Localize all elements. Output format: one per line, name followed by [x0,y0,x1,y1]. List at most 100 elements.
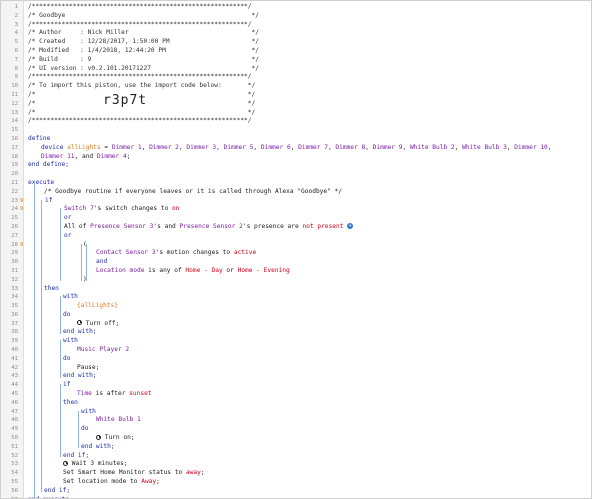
code-text[interactable]: White Bulb 1 [96,416,141,425]
code-text[interactable]: if [45,197,52,206]
line-number: 23 [11,197,18,204]
line-number: 49 [11,426,18,433]
code-text[interactable]: if [63,381,70,390]
code-line: 56 end if; [1,487,591,496]
code-text[interactable]: and [96,258,107,267]
code-text[interactable]: /* Modified : 1/4/2018, 12:44:20 PM */ [28,47,259,56]
code-line: 48 White Bulb 1 [1,416,591,425]
code-text[interactable]: Turn on; [96,434,135,443]
code-text[interactable]: Dimmer 11, and Dimmer 4; [41,153,130,162]
code-text[interactable]: Set location mode to Away; [63,478,160,487]
line-number: 56 [11,487,18,494]
line-number: 51 [11,443,18,450]
code-text[interactable]: with [81,408,96,417]
code-line: 44 if [1,381,591,390]
line-number: 6 [14,47,18,54]
code-text[interactable]: or [64,214,71,223]
code-text[interactable]: Time is after sunset [77,390,152,399]
code-line: 29 Contact Sensor 3's motion changes to a… [1,249,591,258]
line-number: 39 [11,338,18,345]
code-text[interactable]: /* Created : 12/28/2017, 1:50:00 PM */ [28,38,259,47]
code-text[interactable]: end define; [28,161,69,170]
code-line: 9 /**************************************… [1,73,591,82]
code-line: 53 Wait 3 minutes; [1,460,591,469]
line-number: 33 [11,285,18,292]
code-text[interactable]: with [63,293,78,302]
line-number: 34 [11,294,18,301]
code-line: 10 /* To import this piston, use the impo… [1,82,591,91]
code-text[interactable]: /* Goodbye routine if everyone leaves or… [44,188,342,197]
code-text[interactable]: define [28,135,50,144]
code-text[interactable]: /* Author : Nick Miller */ [28,29,259,38]
code-line: 4 /* Author : Nick Miller */ [1,29,591,38]
add-condition-icon[interactable]: + [347,222,354,229]
line-number: 57 [1,496,18,498]
code-text[interactable]: end if; [44,487,70,496]
code-line: 52 end if; [1,452,591,461]
line-number: 45 [11,391,18,398]
code-line: 49 do [1,425,591,434]
code-text[interactable]: Pause; [77,364,99,373]
code-lines: 1 /**************************************… [1,3,591,498]
code-text[interactable]: execute [28,179,54,188]
code-text[interactable]: with [63,337,78,346]
code-text[interactable]: /* */ [28,109,255,118]
statement-marker: 9 [20,197,24,204]
block-guide [86,243,87,281]
code-text[interactable]: Set Smart Home Monitor status to away; [63,469,205,478]
code-text[interactable]: {allLights} [77,302,118,311]
code-text[interactable]: end if; [63,452,89,461]
line-number: 25 [11,215,18,222]
code-text[interactable]: /***************************************… [28,21,252,30]
line-number: 22 [11,188,18,195]
line-number: 35 [11,303,18,310]
line-number: 12 [11,100,18,107]
code-text[interactable]: device allLights = Dimmer 1, Dimmer 2, D… [41,144,552,153]
code-text[interactable]: Wait 3 minutes; [63,460,128,469]
block-guide [41,199,42,492]
code-text[interactable]: /***************************************… [28,73,252,82]
code-text[interactable]: then [63,399,78,408]
line-number: 31 [11,267,18,274]
code-text[interactable]: /***************************************… [28,117,252,126]
code-line: 27 or [1,232,591,241]
code-text[interactable]: Switch 7's switch changes to on [64,205,180,214]
code-line: 57end execute; [1,496,591,498]
code-text[interactable]: /* To import this piston, use the import… [28,82,255,91]
code-line: 19 end define; [1,161,591,170]
line-number: 54 [11,470,18,477]
code-text[interactable]: end with; [63,372,97,381]
code-line: 54 Set Smart Home Monitor status to away; [1,469,591,478]
code-line: 20 [1,170,591,179]
code-line: 35 {allLights} [1,302,591,311]
code-line: 28 9( [1,241,591,250]
line-number: 20 [11,171,18,178]
code-text[interactable]: Contact Sensor 3's motion changes to act… [96,249,256,258]
code-line: 50 Turn on; [1,434,591,443]
code-text[interactable]: do [63,355,70,364]
line-number: 19 [11,162,18,169]
code-text[interactable]: /* UI version : v0.2.101.20171227 */ [28,65,259,74]
code-text[interactable]: /* Build : 9 */ [28,56,259,65]
code-line: 18 Dimmer 11, and Dimmer 4; [1,153,591,162]
code-text[interactable]: /* Goodbye */ [28,12,259,21]
code-text[interactable]: or [64,232,71,241]
line-number: 17 [11,144,18,151]
code-text[interactable]: /***************************************… [28,3,252,12]
block-guide [60,208,61,281]
code-text[interactable]: end with; [81,443,115,452]
code-text[interactable]: All of Presence Sensor 3's and Presence … [64,222,354,232]
code-text[interactable]: do [81,425,88,434]
code-text[interactable]: Turn off; [77,320,119,329]
code-line: 47 with [1,408,591,417]
line-number: 13 [11,109,18,116]
code-text[interactable]: Location mode is any of Home - Day or Ho… [96,267,290,276]
code-text[interactable]: Music Player 2 [77,346,129,355]
code-text[interactable]: end with; [63,328,97,337]
code-line: 22 /* Goodbye routine if everyone leaves … [1,188,591,197]
code-text[interactable]: do [63,311,70,320]
code-line: 31 Location mode is any of Home - Day or … [1,267,591,276]
line-number: 52 [11,452,18,459]
code-text[interactable]: then [44,285,59,294]
line-number: 37 [11,320,18,327]
